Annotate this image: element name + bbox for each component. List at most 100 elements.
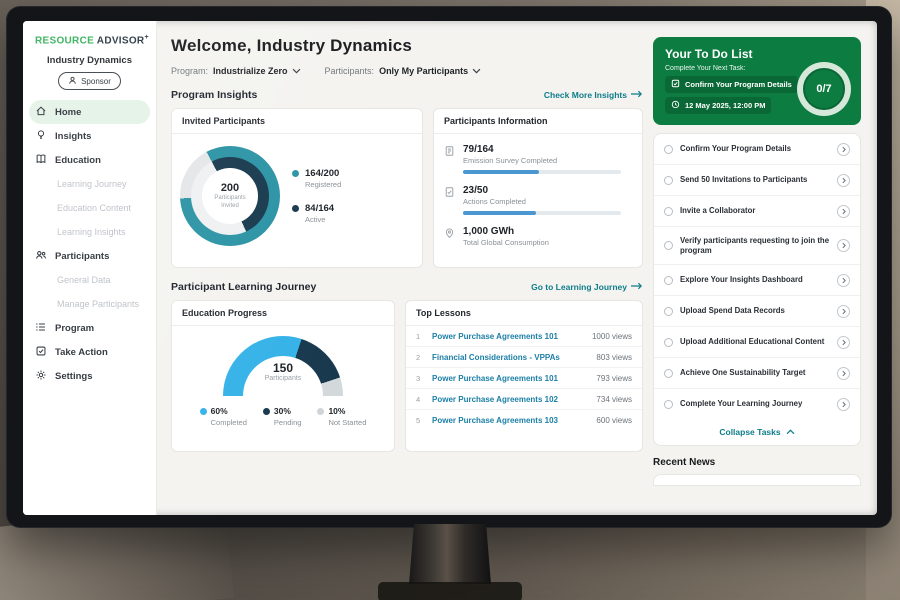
- program-select[interactable]: Industrialize Zero: [213, 66, 301, 76]
- legend-label: Completed: [211, 418, 247, 427]
- chevron-right-icon[interactable]: [837, 174, 850, 187]
- chevron-right-icon[interactable]: [837, 305, 850, 318]
- sidebar-item-learning-journey[interactable]: Learning Journey: [23, 172, 156, 196]
- task-checkbox[interactable]: [664, 207, 673, 216]
- task-label: Upload Additional Educational Content: [680, 337, 830, 347]
- sidebar-item-education[interactable]: Education: [23, 148, 156, 172]
- legend-item-pending: 30% Pending: [263, 406, 302, 427]
- sidebar-item-label: Take Action: [55, 347, 108, 358]
- lesson-views: 803 views: [596, 353, 632, 362]
- lesson-link[interactable]: Power Purchase Agreements 101: [432, 332, 584, 341]
- sidebar-item-label: Settings: [55, 371, 92, 382]
- sidebar-item-home[interactable]: Home: [29, 100, 150, 124]
- legend-value: 60%: [211, 406, 228, 416]
- task-checkbox[interactable]: [664, 307, 673, 316]
- sidebar-item-manage-participants[interactable]: Manage Participants: [23, 292, 156, 316]
- legend-dot-gray: [317, 408, 324, 415]
- invited-participants-card: Invited Participants 200 Participants In…: [171, 108, 423, 268]
- task-row[interactable]: Confirm Your Program Details: [654, 134, 860, 165]
- sidebar-item-label: Insights: [55, 131, 91, 142]
- legend-dot-lightblue: [200, 408, 207, 415]
- task-checkbox[interactable]: [664, 241, 673, 250]
- chevron-right-icon[interactable]: [837, 274, 850, 287]
- sidebar-item-program[interactable]: Program: [23, 316, 156, 340]
- sponsor-badge[interactable]: Sponsor: [58, 72, 121, 90]
- chevron-right-icon[interactable]: [837, 398, 850, 411]
- task-checkbox[interactable]: [664, 338, 673, 347]
- legend-label: Pending: [274, 418, 302, 427]
- task-label: Complete Your Learning Journey: [680, 399, 830, 409]
- task-checkbox[interactable]: [664, 145, 673, 154]
- progress-fill: [463, 170, 539, 174]
- lesson-link[interactable]: Financial Considerations - VPPAs: [432, 353, 588, 362]
- stat-value: 23/50: [463, 185, 621, 196]
- checkbox-icon: [671, 79, 680, 90]
- program-insights-header: Program Insights Check More Insights: [171, 89, 643, 101]
- task-row[interactable]: Complete Your Learning Journey: [654, 389, 860, 419]
- sidebar-item-learning-insights[interactable]: Learning Insights: [23, 220, 156, 244]
- chevron-right-icon[interactable]: [837, 336, 850, 349]
- lesson-link[interactable]: Power Purchase Agreements 102: [432, 395, 588, 404]
- task-checkbox[interactable]: [664, 276, 673, 285]
- sidebar-item-education-content[interactable]: Education Content: [23, 196, 156, 220]
- go-to-learning-journey-link[interactable]: Go to Learning Journey: [531, 282, 643, 292]
- stat-value: 1,000 GWh: [463, 226, 549, 237]
- task-row[interactable]: Upload Additional Educational Content: [654, 327, 860, 358]
- sidebar: RESOURCE ADVISOR+ Industry Dynamics Spon…: [23, 21, 157, 515]
- book-icon: [35, 153, 47, 168]
- task-checkbox[interactable]: [664, 176, 673, 185]
- legend-item-registered: 164/200 Registered: [292, 168, 341, 189]
- progress-track: [463, 170, 621, 174]
- lesson-link[interactable]: Power Purchase Agreements 103: [432, 416, 588, 425]
- card-title: Top Lessons: [406, 301, 642, 326]
- chevron-right-icon[interactable]: [837, 205, 850, 218]
- sidebar-item-participants[interactable]: Participants: [23, 244, 156, 268]
- task-row[interactable]: Achieve One Sustainability Target: [654, 358, 860, 389]
- lesson-rank: 5: [416, 416, 424, 425]
- stat-label: Actions Completed: [463, 197, 621, 206]
- task-label: Explore Your Insights Dashboard: [680, 275, 830, 285]
- participants-select[interactable]: Only My Participants: [379, 66, 481, 76]
- stat-value: 79/164: [463, 144, 621, 155]
- task-row[interactable]: Explore Your Insights Dashboard: [654, 265, 860, 296]
- sidebar-item-take-action[interactable]: Take Action: [23, 340, 156, 364]
- photo-background: RESOURCE ADVISOR+ Industry Dynamics Spon…: [0, 0, 900, 600]
- sidebar-item-insights[interactable]: Insights: [23, 124, 156, 148]
- sidebar-item-general-data[interactable]: General Data: [23, 268, 156, 292]
- document-icon: [444, 144, 455, 174]
- task-row[interactable]: Verify participants requesting to join t…: [654, 227, 860, 265]
- chevron-right-icon[interactable]: [837, 239, 850, 252]
- chevron-right-icon[interactable]: [837, 143, 850, 156]
- legend-value: 30%: [274, 406, 291, 416]
- recent-news-card: [653, 474, 861, 486]
- sidebar-item-label: Program: [55, 323, 94, 334]
- participants-information-card: Participants Information 79/164 Emission…: [433, 108, 643, 268]
- task-row[interactable]: Send 50 Invitations to Participants: [654, 165, 860, 196]
- task-label: Confirm Your Program Details: [680, 144, 830, 154]
- checklist-icon: [444, 185, 455, 215]
- stat-actions-completed: 23/50 Actions Completed: [444, 185, 632, 215]
- task-label: Verify participants requesting to join t…: [680, 236, 830, 256]
- task-checkbox[interactable]: [664, 369, 673, 378]
- lesson-link[interactable]: Power Purchase Agreements 101: [432, 374, 588, 383]
- section-title-program-insights: Program Insights: [171, 89, 257, 101]
- task-row[interactable]: Invite a Collaborator: [654, 196, 860, 227]
- legend-dot-navy: [292, 205, 299, 212]
- sidebar-item-settings[interactable]: Settings: [23, 364, 156, 388]
- chevron-up-icon: [786, 427, 795, 437]
- list-icon: [35, 321, 47, 336]
- lesson-row: 3 Power Purchase Agreements 101 793 view…: [406, 368, 642, 389]
- collapse-tasks-button[interactable]: Collapse Tasks: [654, 419, 860, 445]
- sidebar-item-label: Education: [55, 155, 101, 166]
- check-more-insights-link[interactable]: Check More Insights: [544, 90, 643, 100]
- task-checkbox[interactable]: [664, 400, 673, 409]
- program-select-value: Industrialize Zero: [213, 66, 288, 76]
- lesson-views: 793 views: [596, 374, 632, 383]
- todo-title: Your To Do List: [665, 47, 849, 61]
- lesson-row: 5 Power Purchase Agreements 103 600 view…: [406, 410, 642, 430]
- chevron-right-icon[interactable]: [837, 367, 850, 380]
- sidebar-item-label: Learning Journey: [57, 179, 127, 189]
- clock-icon: [671, 100, 680, 111]
- task-row[interactable]: Upload Spend Data Records: [654, 296, 860, 327]
- due-date-chip: 12 May 2025, 12:00 PM: [665, 97, 771, 114]
